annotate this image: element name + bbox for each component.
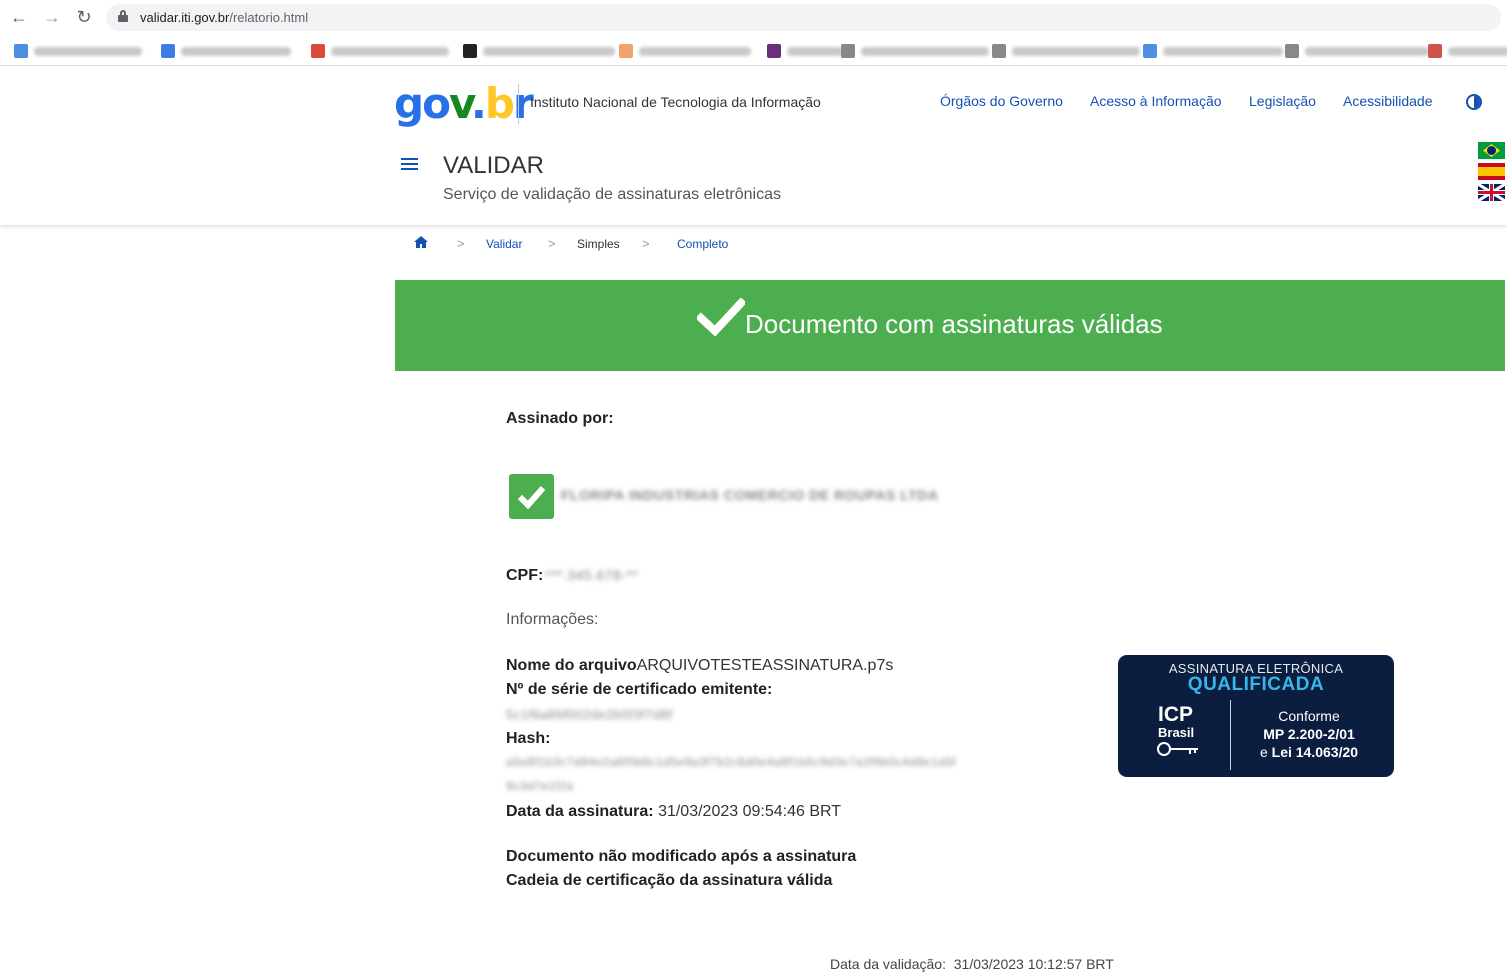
url-text[interactable]: validar.iti.gov.br/relatorio.html [140, 10, 308, 25]
bookmark-item[interactable] [841, 42, 989, 60]
qualified-signature-seal: ASSINATURA ELETRÔNICA QUALIFICADA ICP Br… [1118, 655, 1394, 777]
file-name-row: Nome do arquivoARQUIVOTESTEASSINATURA.p7… [506, 657, 894, 674]
serial-label: Nº de série de certificado emitente: [506, 681, 773, 698]
banner-title: Documento com assinaturas válidas [745, 309, 1163, 339]
spain-flag-icon[interactable] [1478, 163, 1505, 180]
bookmark-favicon-icon [619, 44, 633, 58]
address-bar[interactable]: validar.iti.gov.br/relatorio.html [106, 4, 1501, 31]
icp-logo: ICP [1158, 703, 1194, 726]
hamburger-menu-icon[interactable] [401, 158, 418, 172]
key-icon [1157, 742, 1198, 756]
link-orgaos-governo[interactable]: Órgãos do Governo [940, 93, 1063, 109]
signer-check-icon [509, 474, 554, 519]
icp-brasil-text: Brasil [1158, 725, 1195, 740]
browser-toolbar: ← → ↻ validar.iti.gov.br/relatorio.html [0, 0, 1507, 35]
bookmark-favicon-icon [841, 44, 855, 58]
hash-label: Hash: [506, 730, 551, 747]
brazil-flag-icon[interactable] [1478, 142, 1505, 159]
bookmark-favicon-icon [463, 44, 477, 58]
serial-value: 5c1f6a86f002de2b5f3f7d8f [506, 707, 673, 722]
seal-lei: e Lei 14.063/20 [1259, 744, 1359, 760]
seal-mp: MP 2.200-2/01 [1263, 726, 1355, 742]
breadcrumb-simples[interactable]: Simples [577, 237, 620, 251]
uk-flag-icon[interactable] [1478, 184, 1505, 201]
site-header: gov.br Instituto Nacional de Tecnologia … [0, 67, 1507, 225]
page-title: VALIDAR [443, 152, 544, 179]
lock-icon[interactable] [118, 10, 128, 22]
cpf-value: ***.345.678-** [545, 567, 639, 583]
link-acesso-informacao[interactable]: Acesso à Informação [1090, 93, 1222, 109]
bookmark-favicon-icon [161, 44, 175, 58]
seal-conforme: Conforme [1278, 708, 1340, 724]
bookmarks-bar [0, 36, 1507, 66]
header-divider [518, 84, 519, 124]
info-label: Informações: [506, 611, 599, 628]
bookmark-item[interactable] [14, 42, 142, 60]
bookmark-favicon-icon [767, 44, 781, 58]
link-acessibilidade[interactable]: Acessibilidade [1343, 93, 1433, 109]
seal-divider [1230, 700, 1231, 770]
bookmark-item[interactable] [1428, 42, 1507, 60]
bookmark-item[interactable] [992, 42, 1140, 60]
reload-icon[interactable]: ↻ [73, 6, 95, 28]
bookmark-favicon-icon [1285, 44, 1299, 58]
bookmark-item[interactable] [619, 42, 751, 60]
hash-value-line1: a5e8f1b3c7d94e2a6f0b8c1d5e9a3f7b2c6d0e4a… [506, 755, 957, 769]
bookmark-favicon-icon [992, 44, 1006, 58]
signed-by-label: Assinado por: [506, 410, 614, 427]
chevron-right-icon: > [457, 236, 465, 251]
checkmark-icon [697, 298, 745, 336]
bookmark-favicon-icon [1143, 44, 1157, 58]
chevron-right-icon: > [548, 236, 556, 251]
chevron-right-icon: > [642, 236, 650, 251]
page-subtitle: Serviço de validação de assinaturas elet… [443, 186, 781, 203]
signer-name: FLORIPA INDUSTRIAS COMERCIO DE ROUPAS LT… [561, 487, 939, 503]
bookmark-favicon-icon [311, 44, 325, 58]
breadcrumb-validar[interactable]: Validar [486, 237, 522, 251]
contrast-icon[interactable] [1466, 94, 1482, 110]
institution-name: Instituto Nacional de Tecnologia da Info… [530, 94, 821, 110]
breadcrumb-completo[interactable]: Completo [677, 237, 728, 251]
govbr-logo[interactable]: gov.br [394, 83, 534, 125]
status-not-modified: Documento não modificado após a assinatu… [506, 848, 857, 865]
bookmark-favicon-icon [1428, 44, 1442, 58]
seal-qualificada: QUALIFICADA [1187, 674, 1325, 695]
bookmark-item[interactable] [311, 42, 449, 60]
signature-date-row: Data da assinatura: 31/03/2023 09:54:46 … [506, 803, 842, 820]
home-icon[interactable] [414, 236, 428, 249]
bookmark-item[interactable] [1285, 42, 1429, 60]
status-chain-valid: Cadeia de certificação da assinatura vál… [506, 872, 833, 889]
bookmark-item[interactable] [767, 42, 843, 60]
link-legislacao[interactable]: Legislação [1249, 93, 1316, 109]
cpf-label: CPF: [506, 567, 544, 584]
forward-arrow-icon[interactable]: → [41, 6, 63, 28]
validation-date: Data da validação: 31/03/2023 10:12:57 B… [830, 956, 1114, 972]
bookmark-favicon-icon [14, 44, 28, 58]
bookmark-item[interactable] [463, 42, 615, 60]
bookmark-item[interactable] [161, 42, 291, 60]
hash-value-line2: 9c3d7e1f2a [506, 779, 574, 793]
bookmark-item[interactable] [1143, 42, 1283, 60]
back-arrow-icon[interactable]: ← [8, 6, 30, 28]
